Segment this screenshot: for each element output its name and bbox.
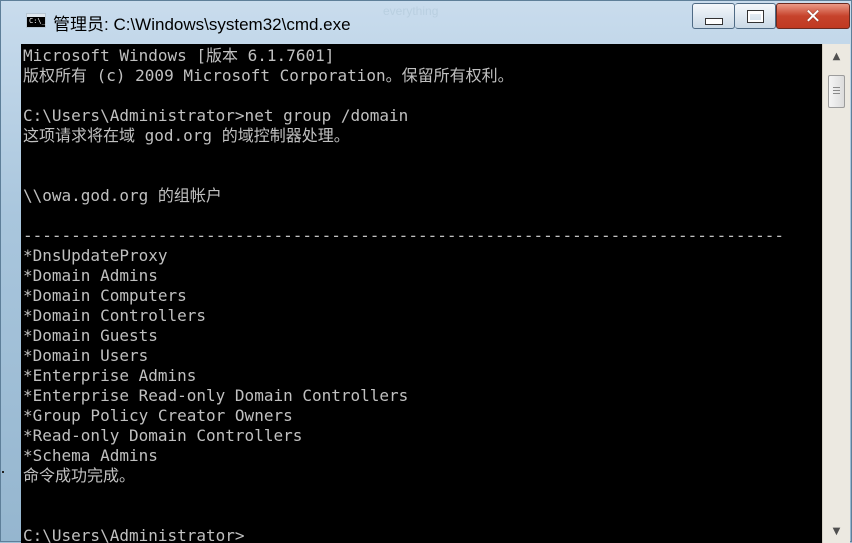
console-line: \\owa.god.org 的组帐户: [23, 186, 222, 205]
cmd-app-icon[interactable]: C:\_: [26, 13, 46, 28]
group-entry: *Schema Admins: [23, 446, 158, 465]
close-icon: ✕: [804, 4, 822, 28]
scroll-down-arrow-icon[interactable]: ▼: [823, 521, 850, 541]
group-entry: *Enterprise Read-only Domain Controllers: [23, 386, 409, 405]
edge-artifact: [2, 471, 4, 473]
app-icon-glyph: C:\_: [29, 17, 46, 25]
minimize-button[interactable]: [692, 3, 735, 29]
group-entry: *Domain Admins: [23, 266, 158, 285]
console-separator: ----------------------------------------…: [23, 226, 784, 245]
title-bar[interactable]: C:\_ 管理员: C:\Windows\system32\cmd.exe ev…: [1, 1, 851, 41]
group-entry: *DnsUpdateProxy: [23, 246, 168, 265]
scroll-up-arrow-icon[interactable]: ▲: [823, 46, 850, 66]
background-window-title: everything: [383, 4, 439, 18]
group-entry: *Group Policy Creator Owners: [23, 406, 293, 425]
console-line: 这项请求将在域 god.org 的域控制器处理。: [23, 126, 350, 145]
vertical-scrollbar[interactable]: ▲ ▼: [822, 44, 850, 543]
console-line: C:\Users\Administrator>net group /domain: [23, 106, 409, 125]
group-entry: *Read-only Domain Controllers: [23, 426, 303, 445]
group-entry: *Domain Users: [23, 346, 149, 365]
cmd-window: C:\_ 管理员: C:\Windows\system32\cmd.exe ev…: [0, 0, 852, 543]
group-entry: *Domain Controllers: [23, 306, 207, 325]
console-line: 命令成功完成。: [23, 466, 136, 485]
close-button[interactable]: ✕: [776, 3, 850, 29]
window-title: 管理员: C:\Windows\system32\cmd.exe: [53, 15, 351, 34]
maximize-icon: [746, 9, 764, 23]
scroll-thumb[interactable]: [828, 75, 845, 108]
minimize-icon: [704, 17, 723, 25]
group-entry: *Domain Guests: [23, 326, 158, 345]
command-prompt[interactable]: C:\Users\Administrator>: [23, 526, 245, 543]
console-line: 版权所有 (c) 2009 Microsoft Corporation。保留所有…: [23, 66, 514, 85]
maximize-button[interactable]: [735, 3, 776, 29]
group-entry: *Domain Computers: [23, 286, 187, 305]
group-entry: *Enterprise Admins: [23, 366, 197, 385]
console-line: Microsoft Windows [版本 6.1.7601]: [23, 46, 335, 65]
console-output[interactable]: Microsoft Windows [版本 6.1.7601] 版权所有 (c)…: [21, 44, 822, 543]
